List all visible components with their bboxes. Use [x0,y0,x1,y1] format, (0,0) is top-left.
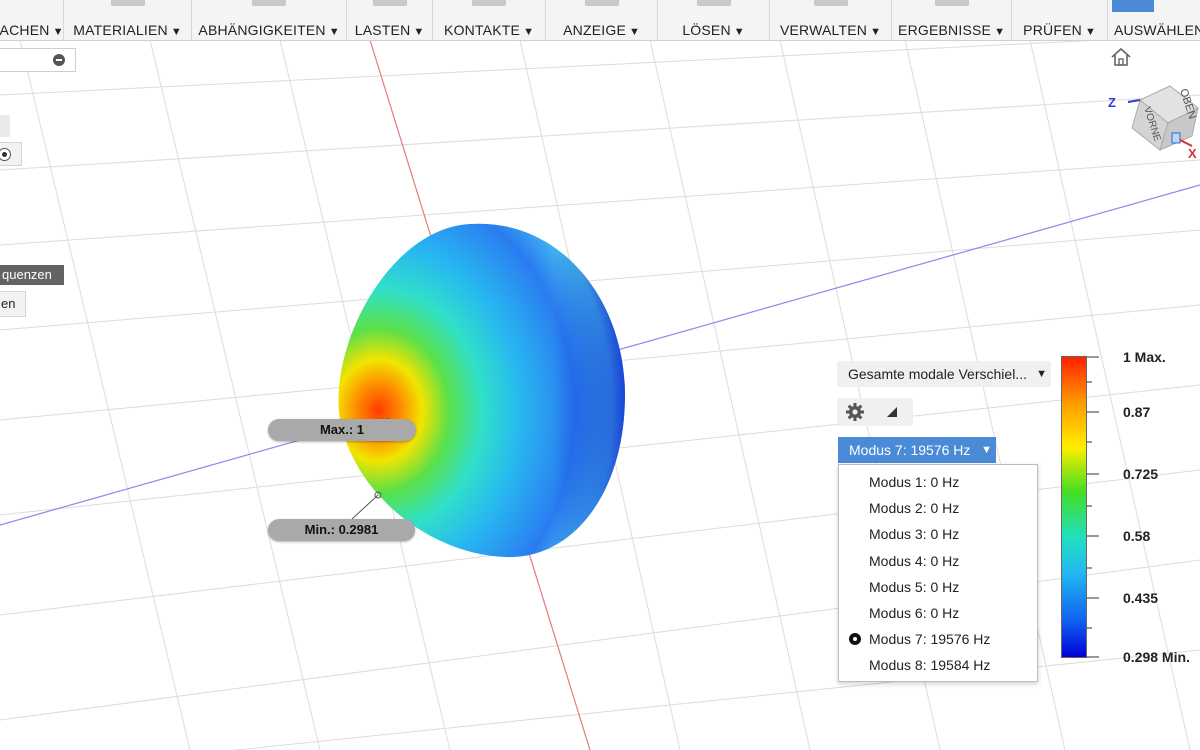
mode-option-label: Modus 7: 19576 Hz [869,631,991,648]
min-marker-label[interactable]: Min.: 0.2981 [268,519,415,541]
legend-label: 0.725 [1123,466,1159,482]
radio-selected-icon [849,633,861,646]
viewcube-axis-z: Z [1108,95,1116,110]
chevron-down-icon: ▼ [994,26,1005,38]
legend-label: 0.435 [1123,590,1159,606]
toolbar-label: KONTAKTE [444,22,521,38]
search-field-partial[interactable] [0,48,76,72]
mode-option-2[interactable]: Modus 2: 0 Hz [839,495,1037,521]
panel-tab-partial[interactable] [0,115,10,137]
toolbar-group-pruefen[interactable]: PRÜFEN ▼ [1012,0,1108,40]
toolbar-group-materialien[interactable]: MATERIALIEN ▼ [64,0,192,40]
mode-option-5[interactable]: Modus 5: 0 Hz [839,574,1037,600]
minus-circle-icon[interactable] [53,54,65,66]
mode-option-8[interactable]: Modus 8: 19584 Hz [839,652,1037,678]
toolbar-label: AUSWÄHLEN [1114,22,1200,38]
select-cursor-icon [1112,0,1154,12]
toolbar-label: ERGEBNISSE [898,22,992,38]
toolbar-group-abhaengigkeiten[interactable]: ABHÄNGIGKEITEN ▼ [192,0,347,40]
legend-label: 0.58 [1123,528,1151,544]
toolbar-label: MATERIALIEN [73,22,168,38]
chevron-down-icon: ▼ [328,26,340,38]
chevron-down-icon: ▼ [870,26,881,38]
chevron-down-icon: ▼ [413,26,425,38]
toolbar-label: ANZEIGE [563,22,626,38]
toolbar-group-ergebnisse[interactable]: ERGEBNISSE ▼ [892,0,1012,40]
chevron-down-icon: ▼ [52,26,64,38]
browser-item-selected[interactable]: quenzen [0,265,64,285]
toolbar-group-kontakte[interactable]: KONTAKTE ▼ [433,0,546,40]
chevron-down-icon: ▼ [170,26,182,38]
mode-option-6[interactable]: Modus 6: 0 Hz [839,600,1037,626]
home-icon[interactable] [1109,45,1133,69]
toolbar-group-auswaehlen[interactable]: AUSWÄHLEN [1108,0,1200,40]
mode-option-4[interactable]: Modus 4: 0 Hz [839,548,1037,574]
result-type-value: Gesamte modale Verschiel... [848,366,1027,382]
legend-ticks [1087,356,1099,658]
radio-option-partial[interactable] [0,142,22,166]
material-icon [110,0,145,6]
results-icon [934,0,969,6]
legend-label-max: 1 Max. [1123,349,1166,365]
legend-color-bar [1061,356,1087,658]
result-body-shade [338,223,625,558]
toolbar-label: VERWALTEN [779,22,868,38]
mode-option-7[interactable]: Modus 7: 19576 Hz [839,626,1037,652]
chevron-down-icon: ▼ [981,444,992,456]
mode-option-label: Modus 1: 0 Hz [869,474,960,490]
toolbar-label: LÖSEN [682,22,731,38]
toolbar-label: ABHÄNGIGKEITEN [198,22,326,38]
display-icon [584,0,619,6]
toolbar-group-loesen[interactable]: LÖSEN ▼ [658,0,770,40]
gear-icon[interactable] [845,402,865,422]
chevron-down-icon: ▼ [628,26,640,38]
load-icon [372,0,407,6]
expand-corner-icon[interactable] [886,406,898,418]
mode-option-label: Modus 5: 0 Hz [869,578,960,595]
legend-settings-bar [837,398,913,426]
chevron-down-icon: ▼ [1084,26,1096,38]
mode-dropdown-value: Modus 7: 19576 Hz [849,442,971,458]
mode-option-label: Modus 2: 0 Hz [869,500,960,517]
toolbar-group-ansichten[interactable]: ACHEN ▼ [0,0,64,40]
max-marker-label[interactable]: Max.: 1 [268,419,416,441]
toolbar-label: ACHEN [0,22,50,38]
contact-icon [472,0,506,6]
mode-option-label: Modus 6: 0 Hz [869,604,960,621]
result-type-dropdown[interactable]: Gesamte modale Verschiel... ▼ [837,361,1051,387]
browser-item[interactable]: en [0,291,26,317]
mode-option-label: Modus 3: 0 Hz [869,526,960,543]
mode-dropdown[interactable]: Modus 7: 19576 Hz ▼ [838,437,996,463]
toolbar-label: PRÜFEN [1023,22,1082,38]
solve-icon [696,0,731,6]
mode-option-1[interactable]: Modus 1: 0 Hz [839,469,1037,495]
toolbar-group-verwalten[interactable]: VERWALTEN ▼ [770,0,892,40]
constraint-icon [252,0,286,6]
legend-label: 0.87 [1123,404,1151,420]
toolbar-group-lasten[interactable]: LASTEN ▼ [347,0,433,40]
mode-option-label: Modus 8: 19584 Hz [869,657,991,674]
toolbar: ACHEN ▼ MATERIALIEN ▼ ABHÄNGIGKEITEN ▼ LAST… [0,0,1200,41]
legend-label-min: 0.298 Min. [1123,649,1190,665]
mode-dropdown-list: Modus 1: 0 Hz Modus 2: 0 Hz Modus 3: 0 H… [838,464,1038,682]
chevron-down-icon: ▼ [733,26,745,38]
viewcube[interactable]: Z X OBEN VORNE [1100,78,1200,163]
toolbar-label: LASTEN [354,22,411,38]
chevron-down-icon: ▼ [523,26,534,38]
manage-icon [813,0,848,6]
chevron-down-icon: ▼ [1036,368,1047,380]
viewcube-axis-x: X [1188,146,1197,161]
toolbar-group-anzeige[interactable]: ANZEIGE ▼ [546,0,658,40]
radio-selected-icon [0,148,11,161]
mode-option-label: Modus 4: 0 Hz [869,552,960,569]
min-marker-leader [351,494,379,520]
mode-option-3[interactable]: Modus 3: 0 Hz [839,521,1037,547]
